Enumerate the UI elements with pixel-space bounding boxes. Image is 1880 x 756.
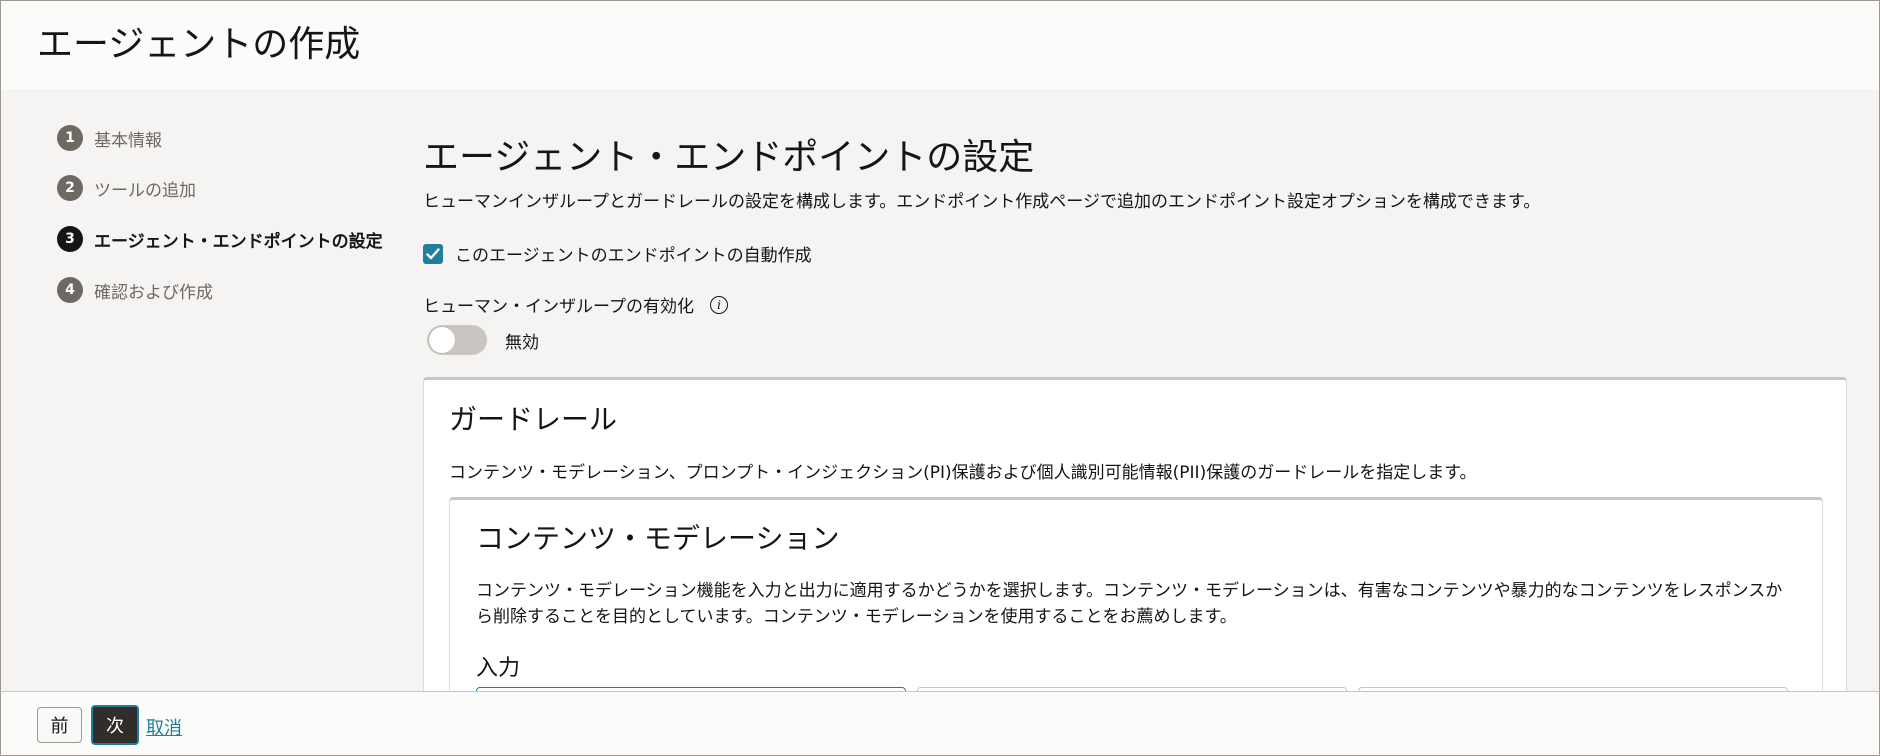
section-description: ヒューマンインザループとガードレールの設定を構成します。エンドポイント作成ページ… [423, 192, 1541, 212]
wizard-footer: 前 次 取消 [0, 691, 1880, 756]
step-label: エージェント・エンドポイントの設定 [94, 231, 383, 252]
auto-create-endpoint-row: このエージェントのエンドポイントの自動作成 [423, 241, 812, 266]
previous-button[interactable]: 前 [37, 707, 82, 743]
step-number: 3 [57, 226, 83, 252]
info-icon[interactable]: i [709, 295, 728, 314]
step-number: 4 [57, 277, 83, 303]
step-number: 1 [57, 125, 83, 151]
step-label: ツールの追加 [94, 180, 196, 201]
next-button[interactable]: 次 [91, 705, 139, 745]
human-in-loop-row: ヒューマン・インザループの有効化 i [423, 292, 728, 317]
input-subheading: 入力 [476, 656, 521, 681]
auto-create-endpoint-label: このエージェントのエンドポイントの自動作成 [455, 246, 812, 266]
step-basic-info[interactable]: 1 基本情報 [57, 125, 162, 151]
guardrails-title: ガードレール [449, 403, 618, 436]
step-label: 基本情報 [94, 130, 162, 151]
step-label: 確認および作成 [94, 282, 213, 303]
toggle-knob [429, 327, 455, 353]
step-add-tools[interactable]: 2 ツールの追加 [57, 175, 196, 201]
content-moderation-card: コンテンツ・モデレーション コンテンツ・モデレーション機能を入力と出力に適用する… [449, 497, 1823, 691]
wizard-body: 1 基本情報 2 ツールの追加 3 エージェント・エンドポイントの設定 4 確認… [0, 89, 1880, 691]
step-endpoint-settings[interactable]: 3 エージェント・エンドポイントの設定 [57, 226, 383, 252]
section-title: エージェント・エンドポイントの設定 [423, 137, 1035, 178]
checkmark-icon [426, 247, 440, 259]
step-review-create[interactable]: 4 確認および作成 [57, 277, 213, 303]
guardrails-card: ガードレール コンテンツ・モデレーション、プロンプト・インジェクション(PI)保… [423, 377, 1847, 691]
human-in-loop-label: ヒューマン・インザループの有効化 [423, 297, 694, 317]
page-header: エージェントの作成 [0, 0, 1880, 90]
auto-create-endpoint-checkbox[interactable] [423, 243, 443, 264]
toggle-state-label: 無効 [505, 332, 539, 353]
step-number: 2 [57, 175, 83, 201]
human-in-loop-toggle[interactable] [427, 325, 487, 355]
guardrails-description: コンテンツ・モデレーション、プロンプト・インジェクション(PI)保護および個人識… [449, 463, 1477, 483]
content-moderation-title: コンテンツ・モデレーション [476, 522, 840, 555]
human-in-loop-toggle-row: 無効 [427, 325, 539, 355]
content-moderation-description: コンテンツ・モデレーション機能を入力と出力に適用するかどうかを選択します。コンテ… [476, 581, 1783, 627]
cancel-link[interactable]: 取消 [146, 714, 182, 740]
page-title: エージェントの作成 [37, 24, 361, 65]
